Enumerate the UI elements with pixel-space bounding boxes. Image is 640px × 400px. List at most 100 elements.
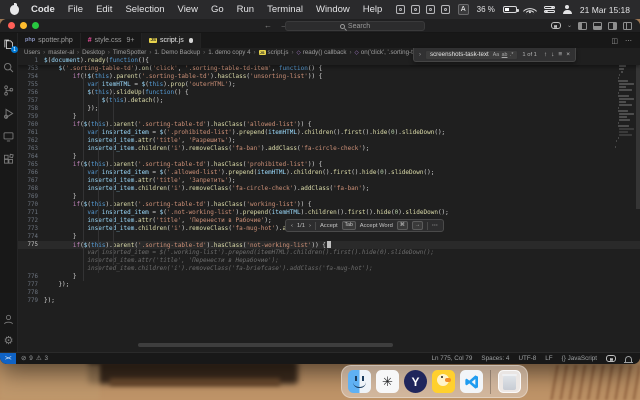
- zoom-window-button[interactable]: [32, 22, 39, 29]
- activity-accounts-icon[interactable]: [2, 313, 15, 326]
- minimap[interactable]: [615, 59, 633, 149]
- code-line[interactable]: 769 }: [18, 193, 640, 201]
- menu-go[interactable]: Go: [211, 4, 224, 15]
- code-line[interactable]: 754 if(!$(this).parent('.sorting-table-t…: [18, 73, 640, 81]
- modified-dot-icon[interactable]: [189, 38, 194, 43]
- menu-code[interactable]: Code: [31, 4, 55, 15]
- toggle-panel-icon[interactable]: [593, 22, 602, 30]
- find-input[interactable]: screenshots-task-text Aa ab .*: [425, 50, 518, 60]
- more-actions-icon[interactable]: ⋯: [625, 37, 632, 45]
- activity-settings-icon[interactable]: ⚙: [2, 335, 15, 348]
- wifi-icon[interactable]: [525, 5, 536, 14]
- breadcrumb-item[interactable]: 1. Demo Backup: [146, 49, 200, 56]
- code-line[interactable]: inserted_item.children('i').removeClass(…: [18, 265, 640, 273]
- navigate-back-icon[interactable]: ←: [264, 21, 272, 30]
- battery-icon[interactable]: [503, 6, 517, 13]
- apple-menu-icon[interactable]: [10, 5, 19, 15]
- find-in-selection-icon[interactable]: ≡: [558, 51, 562, 58]
- remote-indicator[interactable]: ><: [0, 353, 16, 364]
- control-center-icon[interactable]: [544, 5, 555, 14]
- breadcrumb-item[interactable]: Users: [24, 49, 40, 56]
- copilot-chevron-icon[interactable]: ⌄: [567, 22, 572, 29]
- code-line[interactable]: 779});: [18, 297, 640, 305]
- code-line[interactable]: 771 var inserted_item = $('.not-working-…: [18, 209, 640, 217]
- status-spaces[interactable]: Spaces: 4: [481, 355, 509, 362]
- code-line[interactable]: 757 $(this).detach();: [18, 97, 640, 105]
- close-find-icon[interactable]: ×: [566, 51, 570, 58]
- close-window-button[interactable]: [8, 22, 15, 29]
- breadcrumb-item[interactable]: TimeSpotter: [105, 49, 147, 56]
- code-line[interactable]: 764 }: [18, 153, 640, 161]
- menubar-app-icon-1[interactable]: [396, 5, 405, 14]
- code-line[interactable]: 766 var inserted_item = $('.allowed-list…: [18, 169, 640, 177]
- accept-suggestion-button[interactable]: Accept: [320, 223, 338, 229]
- menubar-app-icon-4[interactable]: [441, 5, 450, 14]
- menu-edit[interactable]: Edit: [96, 4, 112, 15]
- whole-word-icon[interactable]: ab: [502, 52, 508, 58]
- suggestion-more-icon[interactable]: ⋯: [432, 223, 438, 229]
- tab-style.css[interactable]: #style.css9+: [81, 33, 143, 48]
- code-line[interactable]: 760 if($(this).parent('.sorting-table-td…: [18, 121, 640, 129]
- code-line[interactable]: 762 inserted_item.attr('title', 'Разреши…: [18, 137, 640, 145]
- user-switch-icon[interactable]: [563, 5, 572, 14]
- status-lf[interactable]: LF: [545, 355, 552, 362]
- code-line[interactable]: 763 inserted_item.children('i').removeCl…: [18, 145, 640, 153]
- menu-selection[interactable]: Selection: [125, 4, 164, 15]
- code-line[interactable]: 756 $(this).slideUp(function() {: [18, 89, 640, 97]
- activity-extensions-icon[interactable]: [2, 153, 15, 166]
- code-line[interactable]: 767 inserted_item.attr('title', 'Запрети…: [18, 177, 640, 185]
- status-[interactable]: {} JavaScript: [562, 355, 597, 362]
- split-editor-icon[interactable]: ◫: [611, 37, 618, 45]
- menubar-app-icon-3[interactable]: [426, 5, 435, 14]
- notifications-bell-icon[interactable]: [625, 356, 632, 362]
- tab-script.js[interactable]: JSscript.js: [142, 33, 201, 48]
- activity-explorer-icon[interactable]: 1: [2, 38, 15, 51]
- command-center-search[interactable]: Search: [285, 21, 425, 31]
- menu-file[interactable]: File: [68, 4, 83, 15]
- code-line[interactable]: 775 if($(this).parent('.sorting-table-td…: [18, 241, 640, 249]
- status-utf[interactable]: UTF-8: [518, 355, 536, 362]
- tab-spotter.php[interactable]: phpspotter.php: [18, 33, 81, 48]
- match-case-icon[interactable]: Aa: [493, 52, 499, 58]
- toggle-secondary-sidebar-icon[interactable]: [608, 22, 617, 30]
- customize-layout-icon[interactable]: [623, 22, 632, 30]
- minimize-window-button[interactable]: [20, 22, 27, 29]
- regex-icon[interactable]: .*: [510, 52, 513, 58]
- breadcrumb-item[interactable]: ◇ready() callback: [288, 49, 346, 56]
- dock-item-chatgpt[interactable]: ✳: [376, 370, 399, 393]
- activity-search-icon[interactable]: [2, 61, 15, 74]
- code-line[interactable]: 778: [18, 289, 640, 297]
- code-editor[interactable]: 1$(document).ready(function(){ 753 $('.s…: [18, 57, 640, 352]
- suggestion-prev-icon[interactable]: ‹: [291, 223, 293, 229]
- code-line[interactable]: inserted_item.attr('title', 'Перенести в…: [18, 257, 640, 265]
- copilot-status-icon[interactable]: [606, 355, 616, 362]
- code-line[interactable]: 758 });: [18, 105, 640, 113]
- accept-word-button[interactable]: Accept Word: [360, 223, 393, 229]
- code-line[interactable]: 777 });: [18, 281, 640, 289]
- dock-item-trash[interactable]: [498, 370, 521, 393]
- code-line[interactable]: 755 var itemHTML = $(this).prop('outerHT…: [18, 81, 640, 89]
- input-source-icon[interactable]: A: [458, 4, 469, 15]
- breadcrumb-item[interactable]: 1. demo copy 4: [200, 49, 250, 56]
- dock-item-vscode[interactable]: [460, 370, 483, 393]
- vertical-scrollbar[interactable]: [635, 57, 640, 352]
- menu-view[interactable]: View: [178, 4, 198, 15]
- menu-help[interactable]: Help: [363, 4, 383, 15]
- code-line[interactable]: 759 }: [18, 113, 640, 121]
- code-line[interactable]: 768 inserted_item.children('i').removeCl…: [18, 185, 640, 193]
- dock-item-duck[interactable]: [432, 370, 455, 393]
- breadcrumb-item[interactable]: JSscript.js: [251, 49, 289, 56]
- activity-remote-explorer-icon[interactable]: [2, 130, 15, 143]
- find-next-icon[interactable]: ↓: [551, 51, 554, 58]
- menu-terminal[interactable]: Terminal: [267, 4, 303, 15]
- activity-run-and-debug-icon[interactable]: [2, 107, 15, 120]
- breadcrumb-item[interactable]: Desktop: [74, 49, 105, 56]
- code-line[interactable]: 770 if($(this).parent('.sorting-table-td…: [18, 201, 640, 209]
- code-line[interactable]: var inserted_item = $('.working-list').p…: [18, 249, 640, 257]
- code-line[interactable]: 776 }: [18, 273, 640, 281]
- toggle-replace-chevron-icon[interactable]: ›: [419, 52, 421, 58]
- toggle-primary-sidebar-icon[interactable]: [578, 22, 587, 30]
- code-line[interactable]: 765 if($(this).parent('.sorting-table-td…: [18, 161, 640, 169]
- problems-indicator[interactable]: ⊘ 9 ⚠ 3: [16, 355, 53, 362]
- copilot-icon[interactable]: [551, 22, 561, 29]
